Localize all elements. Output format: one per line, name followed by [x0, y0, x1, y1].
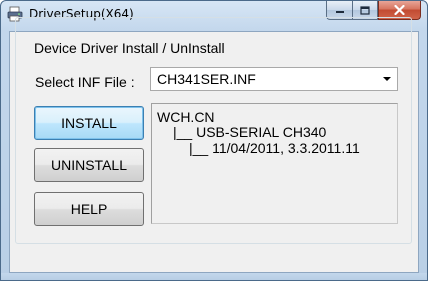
inf-file-selected-value: CH341SER.INF [157, 71, 256, 87]
maximize-icon [360, 5, 370, 15]
minimize-icon [335, 11, 344, 13]
groupbox-title: Device Driver Install / UnInstall [31, 40, 228, 56]
driver-device-text: |__ USB-SERIAL CH340 [173, 124, 327, 140]
driver-vendor-text: WCH.CN [157, 109, 215, 125]
driver-setup-window: DriverSetup(X64) Device Driver Install /… [0, 0, 428, 281]
inf-file-dropdown[interactable]: CH341SER.INF [150, 67, 398, 91]
uninstall-button[interactable]: UNINSTALL [34, 148, 144, 182]
driver-info-panel: WCH.CN |__ USB-SERIAL CH340 |__ 11/04/20… [151, 103, 398, 224]
install-button[interactable]: INSTALL [34, 106, 144, 140]
chevron-down-icon[interactable] [383, 77, 391, 81]
help-button[interactable]: HELP [34, 192, 144, 226]
driver-version-text: |__ 11/04/2011, 3.3.2011.11 [189, 140, 360, 156]
window-bottom-frame [1, 273, 427, 280]
select-inf-label: Select INF File : [35, 74, 135, 90]
close-icon [394, 5, 405, 15]
